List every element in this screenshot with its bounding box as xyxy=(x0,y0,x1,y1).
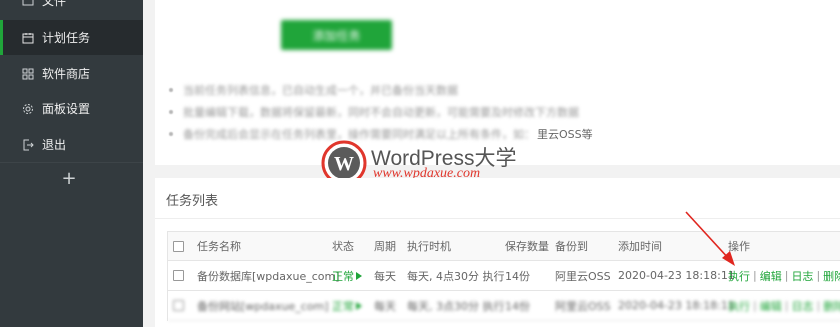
play-icon xyxy=(356,271,362,280)
svg-text:W: W xyxy=(334,153,354,175)
status-text: 正常 xyxy=(332,299,354,313)
sidebar-item-label: 软件商店 xyxy=(42,67,91,81)
tip-item: 批量编辑下载，数据将保留最新，同时不会自动更新，可能需要及时修改下方数据 xyxy=(169,102,829,122)
column-header: 添加时间 xyxy=(618,240,662,253)
edit-link[interactable]: 编辑 xyxy=(760,298,782,314)
select-all-checkbox[interactable] xyxy=(173,232,184,260)
tips-list: 当前任务列表信息，已自动生成一个，并已备份当天数据 批量编辑下载，数据将保留最新… xyxy=(169,80,829,146)
sidebar-item-cron[interactable]: 计划任务 xyxy=(0,20,143,55)
calendar-icon xyxy=(22,32,34,44)
logout-icon xyxy=(22,139,34,151)
folder-icon xyxy=(22,0,34,7)
row-checkbox[interactable] xyxy=(173,291,184,320)
task-list-title: 任务列表 xyxy=(166,194,219,209)
play-icon xyxy=(356,301,362,310)
sidebar-divider xyxy=(0,162,143,163)
run-link[interactable]: 执行 xyxy=(728,298,750,314)
column-header: 保存数量 xyxy=(505,240,549,253)
gear-icon xyxy=(22,103,34,115)
task-backup-to: 阿里云OSS xyxy=(555,269,611,283)
column-header: 任务名称 xyxy=(197,240,241,253)
tip-item: 当前任务列表信息，已自动生成一个，并已备份当天数据 xyxy=(169,80,829,100)
task-timing: 每天, 3点30分 执行 xyxy=(407,299,505,313)
task-operations: 执行 | 编辑 | 日志 | 删除 xyxy=(728,291,840,320)
add-task-button[interactable]: 添加任务 xyxy=(281,20,392,50)
sidebar-item-label: 计划任务 xyxy=(42,31,91,45)
status-badge[interactable]: 正常 xyxy=(332,261,362,290)
sidebar-item-label: 文件 xyxy=(42,0,67,8)
tip-text-suffix: 里云OSS等 xyxy=(537,128,593,141)
task-backup-to: 阿里云OSS xyxy=(555,299,611,313)
delete-link[interactable]: 删除 xyxy=(823,268,840,284)
bullet-icon xyxy=(169,110,173,114)
sidebar-item-label: 退出 xyxy=(42,138,67,152)
column-header: 状态 xyxy=(332,240,354,253)
table-row: 备份网站[wpdaxue_com] 正常 每天 每天, 3点30分 执行 14份… xyxy=(168,291,840,321)
task-added-time: 2020-04-23 18:18:11 xyxy=(618,299,735,312)
sidebar-item-store[interactable]: 软件商店 xyxy=(0,56,143,91)
log-link[interactable]: 日志 xyxy=(791,268,813,284)
row-checkbox[interactable] xyxy=(173,261,184,290)
log-link[interactable]: 日志 xyxy=(791,298,813,314)
task-cycle: 每天 xyxy=(374,299,396,313)
tip-text: 批量编辑下载，数据将保留最新，同时不会自动更新，可能需要及时修改下方数据 xyxy=(183,106,579,119)
tip-text: 当前任务列表信息，已自动生成一个，并已备份当天数据 xyxy=(183,84,458,97)
grid-icon xyxy=(22,68,34,80)
sidebar-add-button[interactable]: + xyxy=(58,168,80,190)
task-cycle: 每天 xyxy=(374,269,396,283)
column-header: 执行时机 xyxy=(407,240,451,253)
sidebar-item-label: 面板设置 xyxy=(42,102,91,116)
task-keep: 14份 xyxy=(505,269,530,283)
task-name: 备份数据库[wpdaxue_com] xyxy=(197,269,340,283)
sidebar-item-logout[interactable]: 退出 xyxy=(0,127,143,162)
annotation-arrow-icon xyxy=(685,211,735,266)
status-badge[interactable]: 正常 xyxy=(332,291,362,320)
bullet-icon xyxy=(169,88,173,92)
task-operations: 执行 | 编辑 | 日志 | 删除 xyxy=(728,261,840,290)
column-header: 周期 xyxy=(374,240,396,253)
status-text: 正常 xyxy=(332,269,354,283)
edit-link[interactable]: 编辑 xyxy=(760,268,782,284)
sidebar-item-settings[interactable]: 面板设置 xyxy=(0,91,143,126)
run-link[interactable]: 执行 xyxy=(728,268,750,284)
column-header: 备份到 xyxy=(555,240,588,253)
bullet-icon xyxy=(169,132,173,136)
task-name: 备份网站[wpdaxue_com] xyxy=(197,299,329,313)
task-keep: 14份 xyxy=(505,299,530,313)
sidebar-item-files[interactable]: 文件 xyxy=(0,0,143,18)
sidebar: 文件 计划任务 软件商店 面板设置 退出 + xyxy=(0,0,143,327)
task-timing: 每天, 4点30分 执行 xyxy=(407,269,505,283)
delete-link[interactable]: 删除 xyxy=(823,298,840,314)
